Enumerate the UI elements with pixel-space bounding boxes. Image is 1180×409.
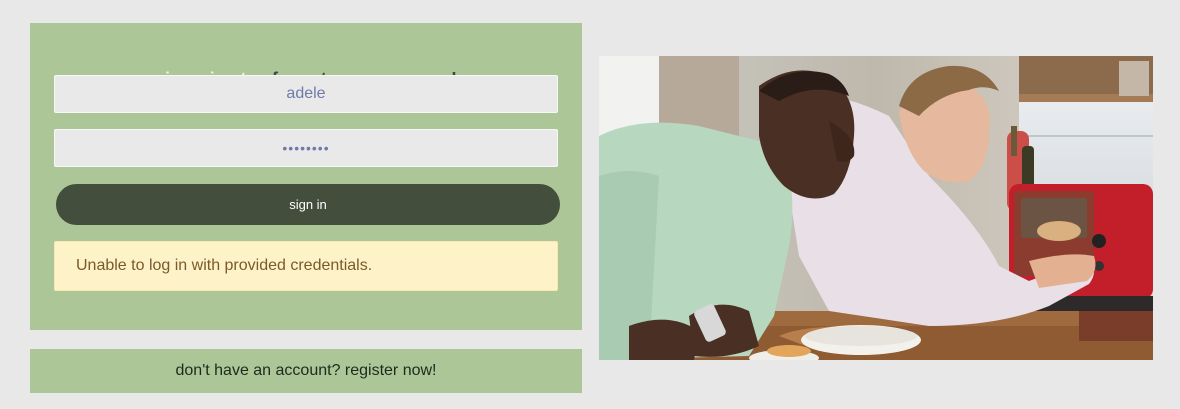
sign-in-button[interactable]: sign in [56, 184, 560, 225]
hero-photo [599, 56, 1153, 360]
username-input[interactable]: adele [54, 75, 558, 113]
error-message: Unable to log in with provided credentia… [54, 241, 558, 291]
register-link[interactable]: don't have an account? register now! [30, 349, 582, 393]
kitchen-photo-illustration [599, 56, 1153, 360]
login-panel: sign in to feast your eyes! adele ••••••… [30, 23, 582, 330]
password-input[interactable]: •••••••• [54, 129, 558, 167]
